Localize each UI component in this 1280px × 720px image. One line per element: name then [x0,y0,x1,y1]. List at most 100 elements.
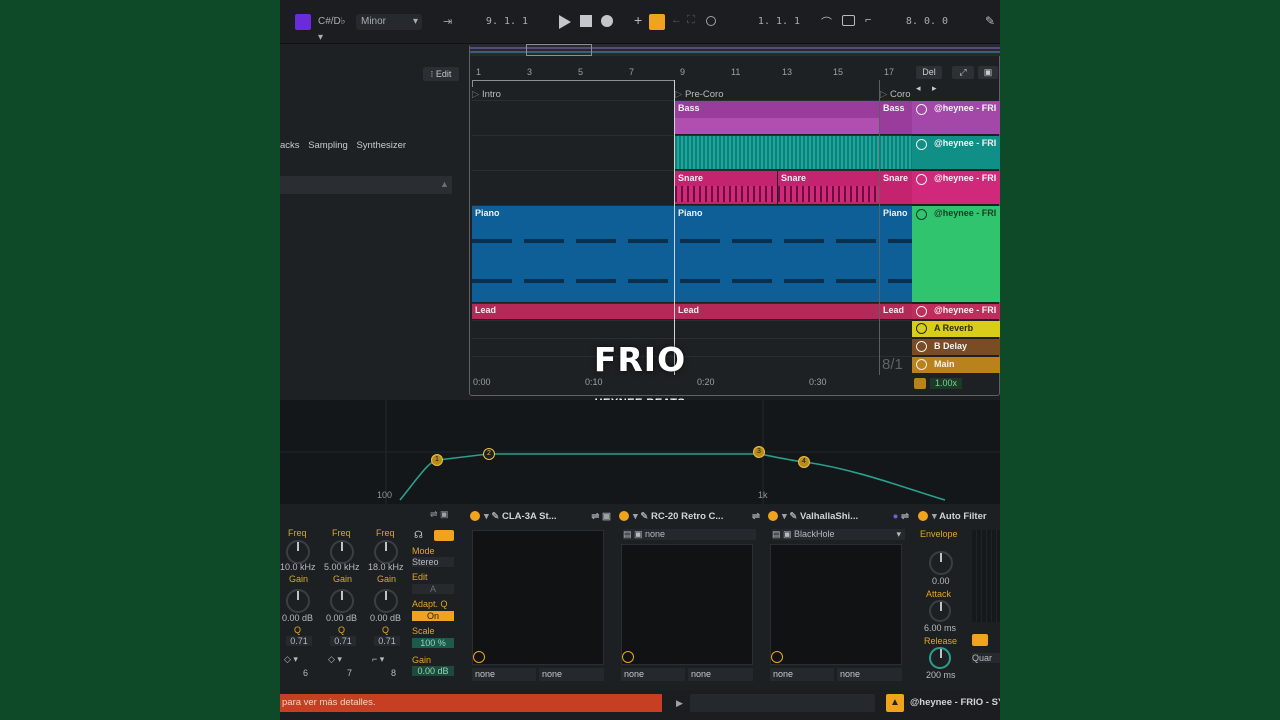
device-header-rc20[interactable]: ▾ ✎ RC-20 Retro C... ⇌ [619,508,762,526]
device-header-autofilter[interactable]: ▾ Auto Filter [918,508,1000,526]
scale-value[interactable]: 100 % [412,638,454,648]
browser-edit-button[interactable]: ⁝ Edit [423,67,459,81]
clip-snare-2[interactable]: Snare [778,171,879,204]
col1-q-value[interactable]: 0.71 [286,636,312,646]
headphones-icon[interactable]: ☊ [414,530,423,541]
clip-lead-2[interactable]: Lead [675,304,879,319]
eq-point-2[interactable]: 2 [483,448,495,460]
col3-gain-knob[interactable] [374,589,398,613]
device-header-cla3a[interactable]: ▾ ✎ CLA-3A St... ⇌ ▣ [470,508,613,526]
track-fold-icon[interactable] [916,104,927,115]
beat-ruler[interactable]: 1 3 5 7 9 11 13 15 17 [470,66,910,80]
loop-start[interactable]: 1. 1. 1 [740,14,818,30]
clip-piano-1[interactable]: Piano [472,206,674,302]
tag-synthesizer[interactable]: Synthesizer [356,140,406,151]
overview-strip[interactable] [470,44,1000,56]
zoom-icon[interactable] [914,378,926,389]
clip-piano-3[interactable]: Piano [880,206,912,302]
expand-icon[interactable]: ⤢ [952,66,974,79]
locator-coro[interactable]: ▷ Coro [880,89,912,100]
output-gain-value[interactable]: 0.00 dB [412,666,454,676]
song-position[interactable]: 9. 1. 1 [468,14,546,30]
draw-mode-icon[interactable]: ✎ [985,14,995,28]
clip-lead-3[interactable]: Lead [880,304,912,319]
col3-freq-knob[interactable] [374,540,398,564]
col1-freq-knob[interactable] [286,540,310,564]
loop-length[interactable]: 8. 0. 0 [888,14,966,30]
follow-icon[interactable]: ⇥ [443,15,452,28]
plugin-panel-cla3a[interactable] [472,530,604,665]
add-icon[interactable]: + [634,12,642,28]
clip-drums[interactable] [675,136,912,169]
quantize-select[interactable]: Quar [972,653,1000,663]
col2-filter-type[interactable]: ◇ ▾ [328,654,342,665]
punch-in-icon[interactable] [842,15,855,26]
plugin-panel-valhalla[interactable] [770,544,902,665]
device3-select-a[interactable]: none [770,668,834,681]
attack-knob[interactable] [929,600,951,622]
device3-preset[interactable]: ▤ ▣ BlackHole ▾ [772,529,905,540]
col2-band-number[interactable]: 7 [347,668,352,678]
lock-icon[interactable]: ▣ [978,66,998,79]
plugin-panel-rc20[interactable] [621,544,753,665]
eq-point-1[interactable]: 1 [431,454,443,466]
loop-switch-icon[interactable]: ⌒ [821,14,832,30]
mode-select[interactable]: Stereo [412,557,454,567]
device-header-valhalla[interactable]: ▾ ✎ ValhallaShi... ● ⇌ [768,508,911,526]
col1-band-number[interactable]: 6 [303,668,308,678]
session-record-icon[interactable] [706,16,716,26]
next-locator-icon[interactable]: ▸ [932,83,937,94]
device2-select-a[interactable]: none [621,668,685,681]
eq-curve-graph[interactable] [280,400,1000,504]
tag-sampling[interactable]: Sampling [308,140,348,151]
col3-filter-type[interactable]: ⌐ ▾ [372,654,384,665]
track-header-lead[interactable]: @heynee - FRI [912,304,1000,319]
device-on-icon[interactable] [470,511,480,522]
clip-bass-2[interactable]: Bass [880,101,912,134]
capture-icon[interactable]: ⛶ [687,14,695,27]
overview-viewport[interactable] [526,44,592,56]
track-header-snare[interactable]: @heynee - FRI [912,171,1000,204]
col1-filter-type[interactable]: ◇ ▾ [284,654,298,665]
device-on-icon[interactable] [918,511,928,522]
edit-ab-toggle[interactable]: A [412,584,454,594]
delete-locator-button[interactable]: Del [916,66,942,79]
adaptive-q-toggle[interactable]: On [412,611,454,621]
track-fold-icon[interactable] [916,174,927,185]
track-fold-icon[interactable] [916,139,927,150]
clip-piano-2[interactable]: Piano [675,206,879,302]
track-header-drums[interactable]: @heynee - FRI [912,136,1000,169]
clip-snare-1[interactable]: Snare [675,171,777,204]
key-select[interactable]: C#/D♭ ▾ [313,14,353,43]
filter-response-graph[interactable] [972,530,1000,622]
eq-point-3[interactable]: 3 [753,446,765,458]
sidechain-icon[interactable] [473,651,485,663]
prev-locator-icon[interactable]: ◂ [916,83,921,94]
release-knob[interactable] [929,647,951,669]
eq-display[interactable]: 100 1k 1 2 3 4 [280,400,1000,504]
warning-icon[interactable]: ▲ [886,694,904,712]
back-to-arrangement-icon[interactable]: ← [671,14,682,26]
tag-tracks[interactable]: acks [280,140,300,151]
device1-select-b[interactable]: none [539,668,604,681]
device3-select-b[interactable]: none [837,668,902,681]
envelope-knob[interactable] [929,551,953,575]
analyzer-icon[interactable] [434,530,454,541]
device-on-icon[interactable] [768,511,778,522]
col1-gain-knob[interactable] [286,589,310,613]
locator-intro[interactable]: ▷ Intro [472,89,501,100]
col2-q-value[interactable]: 0.71 [330,636,356,646]
locator-pre-coro[interactable]: ▷ Pre-Coro [675,89,724,100]
device-on-icon[interactable] [619,511,629,522]
clip-bass-1[interactable]: Bass [675,101,879,134]
col3-band-number[interactable]: 8 [391,668,396,678]
return-track-reverb[interactable]: A Reverb [912,321,1000,337]
clip-lead-1[interactable]: Lead [472,304,674,319]
track-fold-icon[interactable] [916,306,927,317]
col2-freq-knob[interactable] [330,540,354,564]
track-fold-icon[interactable] [916,209,927,220]
col2-gain-knob[interactable] [330,589,354,613]
record-button[interactable] [601,15,613,27]
col3-q-value[interactable]: 0.71 [374,636,400,646]
loop-brace[interactable] [472,80,675,87]
